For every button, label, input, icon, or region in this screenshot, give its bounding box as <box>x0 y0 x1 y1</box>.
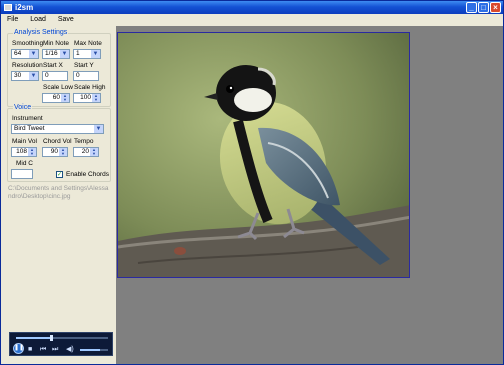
menu-bar: File Load Save <box>1 14 503 26</box>
scale-high-stepper[interactable]: 100 ▲ ▼ <box>73 93 101 103</box>
start-y-input[interactable]: 0 <box>73 71 99 81</box>
start-y-label: Start Y <box>74 62 94 69</box>
scale-high-value: 100 <box>80 94 91 101</box>
scale-low-value: 60 <box>52 94 60 101</box>
min-note-select[interactable]: 1/16 ▼ <box>42 49 70 59</box>
menu-file[interactable]: File <box>1 14 24 26</box>
menu-save[interactable]: Save <box>52 14 80 26</box>
stop-icon[interactable]: ■ <box>28 346 32 354</box>
main-vol-value: 108 <box>16 148 27 155</box>
chord-vol-label: Chord Vol <box>43 138 72 145</box>
seek-bar-fill <box>16 337 51 339</box>
app-icon <box>4 4 12 11</box>
pause-button[interactable]: ❚❚ <box>13 343 24 354</box>
stepper-arrows-icon[interactable]: ▲ ▼ <box>28 148 36 156</box>
min-note-value: 1/16 <box>45 50 58 57</box>
close-button[interactable]: × <box>490 2 501 13</box>
speaker-icon[interactable]: ◀) <box>66 346 74 354</box>
min-note-label: Min Note <box>43 40 70 47</box>
previous-icon[interactable]: ⏮ <box>40 346 46 354</box>
enable-chords-label: Enable Chords <box>66 171 109 178</box>
resolution-label: Resolution <box>12 62 43 69</box>
stepper-arrows-icon[interactable]: ▲ ▼ <box>90 148 98 156</box>
instrument-select[interactable]: Bird Tweet ▼ <box>11 124 104 134</box>
seek-bar[interactable] <box>16 335 108 341</box>
volume-fill <box>80 349 100 351</box>
chord-vol-stepper[interactable]: 90 ▲ ▼ <box>42 147 68 157</box>
maximize-button[interactable]: □ <box>478 2 489 13</box>
chevron-down-icon[interactable]: ▼ <box>60 50 69 58</box>
volume-slider[interactable] <box>80 349 108 351</box>
tempo-stepper[interactable]: 20 ▲ ▼ <box>73 147 99 157</box>
max-note-select[interactable]: 1 ▼ <box>73 49 101 59</box>
tempo-label: Tempo <box>74 138 94 145</box>
bird-photo <box>117 32 410 278</box>
resolution-select[interactable]: 30 ▼ <box>11 71 39 81</box>
voice-group: Voice Instrument Bird Tweet ▼ Main Vol 1… <box>7 104 111 182</box>
mid-c-input[interactable] <box>11 169 33 179</box>
instrument-value: Bird Tweet <box>14 125 45 132</box>
minimize-button[interactable]: _ <box>466 2 477 13</box>
analysis-settings-group: Analysis Settings Smoothing 64 ▼ Min Not… <box>7 29 111 107</box>
chevron-down-icon[interactable]: ▼ <box>29 72 38 80</box>
seek-thumb[interactable] <box>49 335 53 341</box>
chevron-down-icon[interactable]: ▼ <box>29 50 38 58</box>
media-player: ❚❚ ■ ⏮ ⏭ ◀) <box>9 332 113 356</box>
settings-panel: Analysis Settings Smoothing 64 ▼ Min Not… <box>2 26 115 364</box>
enable-chords-checkbox[interactable]: ✓ <box>56 171 63 178</box>
scale-low-stepper[interactable]: 60 ▲ ▼ <box>42 93 70 103</box>
start-x-input[interactable]: 0 <box>42 71 68 81</box>
smoothing-select[interactable]: 64 ▼ <box>11 49 39 59</box>
window-title: i2sm <box>15 3 34 12</box>
max-note-label: Max Note <box>74 40 102 47</box>
stepper-arrows-icon[interactable]: ▲ ▼ <box>92 94 100 102</box>
chord-vol-value: 90 <box>50 148 58 155</box>
stepper-arrows-icon[interactable]: ▲ ▼ <box>61 94 69 102</box>
stepper-arrows-icon[interactable]: ▲ ▼ <box>59 148 67 156</box>
instrument-label: Instrument <box>12 115 43 122</box>
scale-low-label: Scale Low <box>43 84 73 91</box>
image-canvas <box>116 26 503 364</box>
file-path-text: C:\Documents and Settings\Alessandro\Des… <box>8 185 109 200</box>
smoothing-label: Smoothing <box>12 40 44 47</box>
chevron-down-icon[interactable]: ▼ <box>94 125 103 133</box>
title-bar: i2sm _ □ × <box>1 1 503 14</box>
main-vol-label: Main Vol <box>12 138 37 145</box>
main-vol-stepper[interactable]: 108 ▲ ▼ <box>11 147 37 157</box>
voice-title: Voice <box>13 104 33 111</box>
scale-high-label: Scale High <box>74 84 106 91</box>
mid-c-label: Mid C <box>16 160 33 167</box>
smoothing-value: 64 <box>14 50 22 57</box>
resolution-value: 30 <box>14 72 22 79</box>
app-window: i2sm _ □ × File Load Save Analysis Setting… <box>0 0 504 365</box>
menu-load[interactable]: Load <box>24 14 52 26</box>
chevron-down-icon[interactable]: ▼ <box>91 50 100 58</box>
max-note-value: 1 <box>76 50 80 57</box>
analysis-settings-title: Analysis Settings <box>13 29 69 36</box>
tempo-value: 20 <box>81 148 89 155</box>
next-icon[interactable]: ⏭ <box>52 346 58 354</box>
start-x-label: Start X <box>43 62 63 69</box>
